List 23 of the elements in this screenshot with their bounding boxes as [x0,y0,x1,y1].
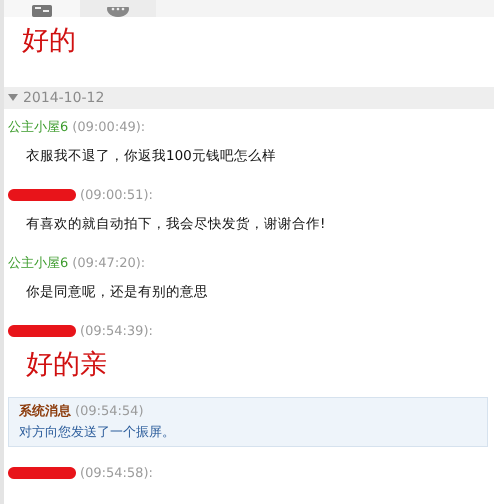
message-text: 好的 [21,24,77,58]
message-text: 你是同意呢，还是有别的意思 [25,283,209,302]
toolbar-tab[interactable] [80,0,156,17]
message-time: (09:00:49): [72,120,146,134]
date-label: 2014-10-12 [23,90,104,106]
sender-name: 公主小屋6 [8,119,68,136]
message-time: (09:54:39): [80,324,153,338]
message-time: (09:00:51): [80,188,153,202]
sender-name: 公主小屋6 [8,255,68,272]
message-time: (09:47:20): [72,256,146,270]
message-text: 好的亲 [25,348,108,382]
system-message-text: 对方向您发送了一个振屏。 [19,424,176,441]
redaction-mark [8,325,76,337]
system-sender: 系统消息 [19,402,71,420]
redaction-mark [8,189,76,201]
chat-bubble-icon [107,7,129,17]
message-text: 有喜欢的就自动拍下，我会尽快发货，谢谢合作! [25,215,326,234]
date-header[interactable]: 2014-10-12 [4,87,494,109]
redaction-mark [8,467,76,479]
contact-card-icon [31,5,53,17]
message-time: (09:54:54) [75,404,144,418]
message-text: 衣服我不退了，你返我100元钱吧怎么样 [25,147,277,166]
message-time: (09:54:58): [80,466,153,480]
